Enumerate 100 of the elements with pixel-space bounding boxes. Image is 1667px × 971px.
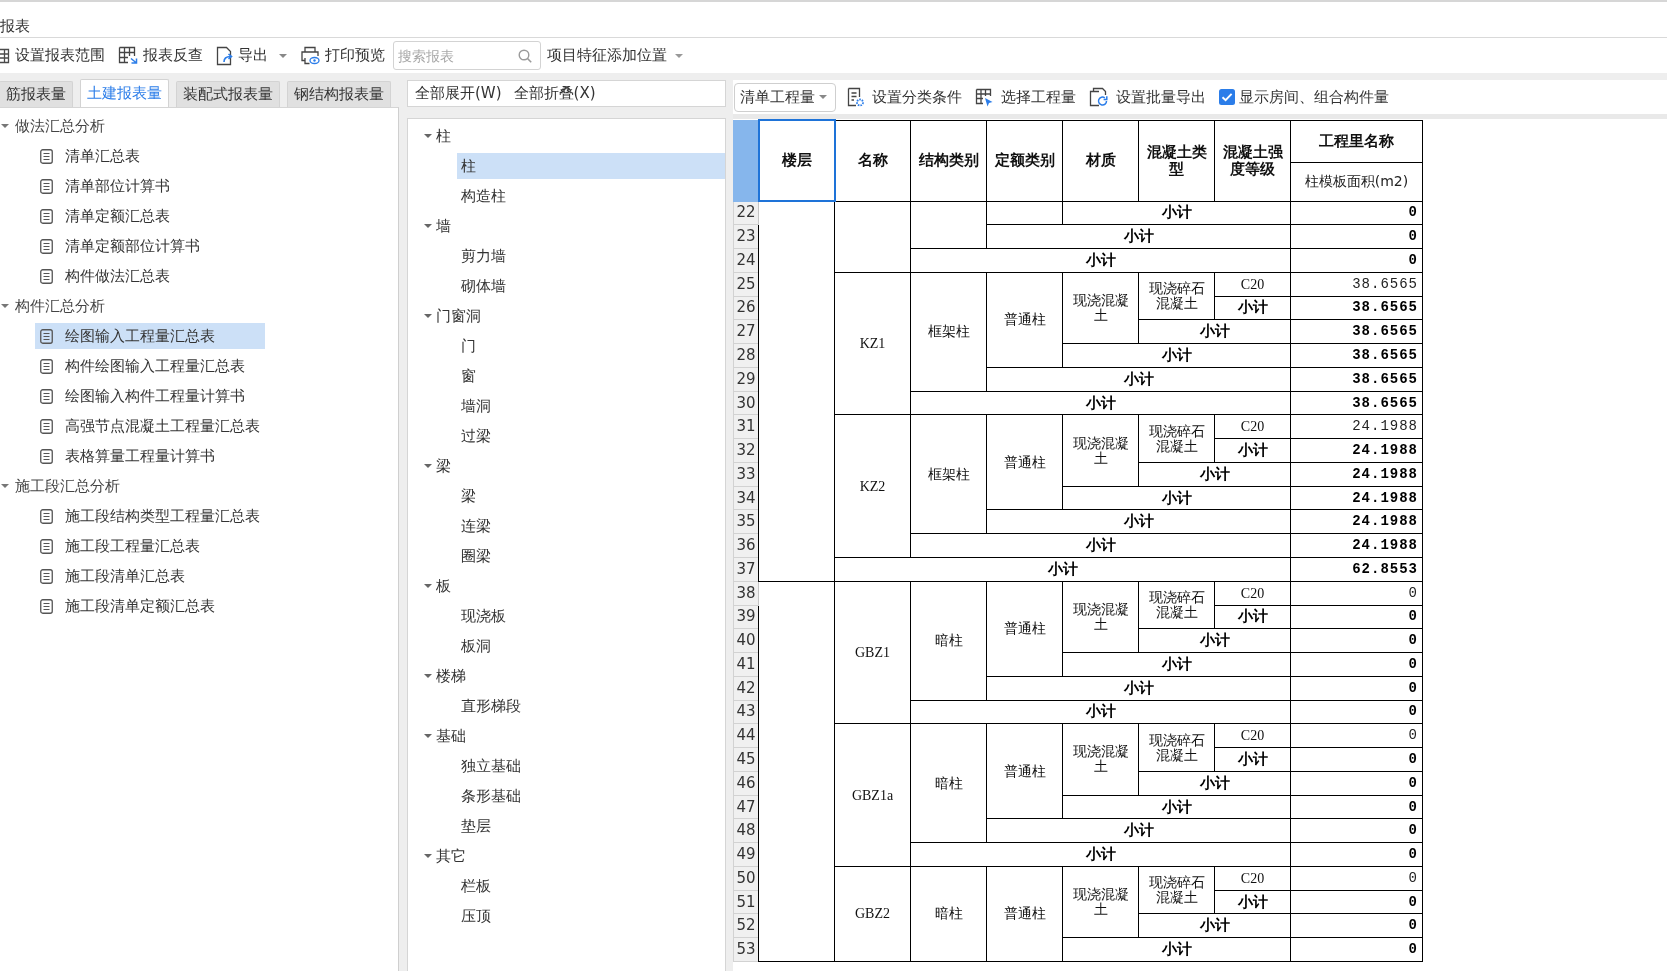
- caret-icon[interactable]: [279, 53, 287, 58]
- column-header[interactable]: 楼层: [758, 120, 835, 201]
- tree-item[interactable]: 清单部位计算书: [35, 173, 178, 199]
- tree-item[interactable]: 施工段汇总分析: [0, 471, 120, 501]
- caret-icon[interactable]: [1, 484, 9, 488]
- tree-item[interactable]: 施工段清单定额汇总表: [35, 593, 223, 619]
- tree-item[interactable]: 其它: [408, 841, 466, 871]
- tree-item[interactable]: 墙: [408, 211, 451, 241]
- expand-all-button[interactable]: 全部展开(W): [415, 84, 502, 103]
- tree-item[interactable]: 清单定额部位计算书: [35, 233, 208, 259]
- select-quantity-button[interactable]: 选择工程量: [975, 87, 1076, 107]
- checkbox-label[interactable]: 显示房间、组合构件量: [1239, 87, 1389, 107]
- report-tab[interactable]: 筋报表量: [0, 81, 73, 107]
- tree-item[interactable]: 绘图输入构件工程量计算书: [35, 383, 253, 409]
- caret-icon[interactable]: [424, 134, 432, 138]
- tree-item[interactable]: 清单定额汇总表: [35, 203, 178, 229]
- tree-item[interactable]: 栏板: [457, 873, 497, 899]
- tree-item[interactable]: 压顶: [457, 903, 497, 929]
- tree-item[interactable]: 清单汇总表: [35, 143, 148, 169]
- tree-item[interactable]: 现浇板: [457, 603, 512, 629]
- batch-export-button[interactable]: 设置批量导出: [1089, 87, 1206, 107]
- grid-pointer-icon: [975, 87, 993, 107]
- tree-item[interactable]: 圈梁: [457, 543, 497, 569]
- report-tab[interactable]: 钢结构报表量: [287, 81, 391, 107]
- tree-item[interactable]: 施工段结构类型工程量汇总表: [35, 503, 268, 529]
- document-icon: [40, 598, 53, 614]
- tree-item[interactable]: 表格算量工程量计算书: [35, 443, 223, 469]
- tree-item[interactable]: 梁: [457, 483, 482, 509]
- tree-item[interactable]: 直形梯段: [457, 693, 527, 719]
- caret-icon[interactable]: [424, 314, 432, 318]
- caret-icon[interactable]: [1, 124, 9, 128]
- column-header[interactable]: 材质: [1062, 120, 1139, 201]
- table-cell: 24.1988: [1290, 462, 1423, 487]
- classify-settings-button[interactable]: 设置分类条件: [847, 87, 962, 107]
- tree-item[interactable]: 墙洞: [457, 393, 497, 419]
- print-preview-button[interactable]: 打印预览: [300, 42, 385, 69]
- caret-icon[interactable]: [675, 53, 683, 58]
- column-header[interactable]: 定额类别: [986, 120, 1063, 201]
- tree-item[interactable]: 板: [408, 571, 451, 601]
- tree-item[interactable]: 绘图输入工程量汇总表: [35, 323, 265, 349]
- row-number: 24: [733, 248, 759, 273]
- caret-icon[interactable]: [424, 734, 432, 738]
- column-header[interactable]: 结构类别: [910, 120, 987, 201]
- tree-item[interactable]: 窗: [457, 363, 482, 389]
- report-tab[interactable]: 装配式报表量: [176, 81, 280, 107]
- column-header[interactable]: 柱模板面积(m2): [1290, 162, 1423, 201]
- search-icon[interactable]: [518, 49, 532, 63]
- tree-item[interactable]: 构件绘图输入工程量汇总表: [35, 353, 253, 379]
- caret-icon[interactable]: [424, 224, 432, 228]
- tree-item[interactable]: 构件做法汇总表: [35, 263, 178, 289]
- range-button[interactable]: 设置报表范围: [0, 42, 105, 69]
- column-header[interactable]: 混凝土强度等级: [1214, 120, 1291, 201]
- column-header[interactable]: 工程里名称: [1290, 120, 1423, 162]
- row-number: 49: [733, 842, 759, 867]
- table-cell: 38.6565: [1290, 367, 1423, 392]
- export-button[interactable]: 导出: [216, 42, 287, 69]
- column-header[interactable]: 名称: [834, 120, 911, 201]
- tree-item[interactable]: 构件汇总分析: [0, 291, 105, 321]
- table-cell: 38.6565: [1290, 343, 1423, 368]
- caret-icon[interactable]: [819, 95, 827, 99]
- report-tab[interactable]: 土建报表量: [80, 79, 169, 107]
- tree-item[interactable]: 构造柱: [457, 183, 512, 209]
- tree-item[interactable]: 剪力墙: [457, 243, 512, 269]
- tree-item[interactable]: 施工段清单汇总表: [35, 563, 193, 589]
- tree-item[interactable]: 过梁: [457, 423, 497, 449]
- quantity-type-dropdown[interactable]: 清单工程量: [734, 82, 836, 112]
- tree-item[interactable]: 高强节点混凝土工程量汇总表: [35, 413, 268, 439]
- table-cell: 0: [1290, 652, 1423, 677]
- caret-icon[interactable]: [424, 464, 432, 468]
- tree-item[interactable]: 门窗洞: [408, 301, 481, 331]
- caret-icon[interactable]: [1, 304, 9, 308]
- tree-item[interactable]: 施工段工程量汇总表: [35, 533, 208, 559]
- table-cell: GBZ1a: [834, 723, 911, 867]
- row-number: 38: [733, 581, 759, 605]
- caret-icon[interactable]: [424, 674, 432, 678]
- column-header[interactable]: 混凝土类型: [1138, 120, 1215, 201]
- tree-item[interactable]: 柱: [457, 153, 725, 179]
- tree-item[interactable]: 做法汇总分析: [0, 111, 105, 141]
- tree-item[interactable]: 连梁: [457, 513, 497, 539]
- table-cell: 小计: [1062, 652, 1291, 677]
- tree-item[interactable]: 楼梯: [408, 661, 466, 691]
- collapse-all-button[interactable]: 全部折叠(X): [513, 84, 596, 103]
- tree-item[interactable]: 垫层: [457, 813, 497, 839]
- row-number: 34: [733, 486, 759, 510]
- tree-item[interactable]: 板洞: [457, 633, 497, 659]
- tree-item[interactable]: 独立基础: [457, 753, 527, 779]
- tree-item[interactable]: 条形基础: [457, 783, 527, 809]
- caret-icon[interactable]: [424, 584, 432, 588]
- tree-item[interactable]: 砌体墙: [457, 273, 512, 299]
- caret-icon[interactable]: [424, 854, 432, 858]
- search-field[interactable]: 搜索报表: [393, 41, 541, 70]
- table-cell: 24.1988: [1290, 533, 1423, 558]
- table-cell: 0: [1290, 676, 1423, 701]
- tree-item[interactable]: 梁: [408, 451, 451, 481]
- checkbox[interactable]: [1219, 89, 1235, 105]
- feature-position-dropdown[interactable]: 项目特征添加位置: [547, 46, 683, 65]
- tree-item[interactable]: 柱: [408, 121, 451, 151]
- tree-item[interactable]: 基础: [408, 721, 466, 751]
- tree-item[interactable]: 门: [457, 333, 482, 359]
- reverse-lookup-button[interactable]: 报表反查: [118, 42, 203, 69]
